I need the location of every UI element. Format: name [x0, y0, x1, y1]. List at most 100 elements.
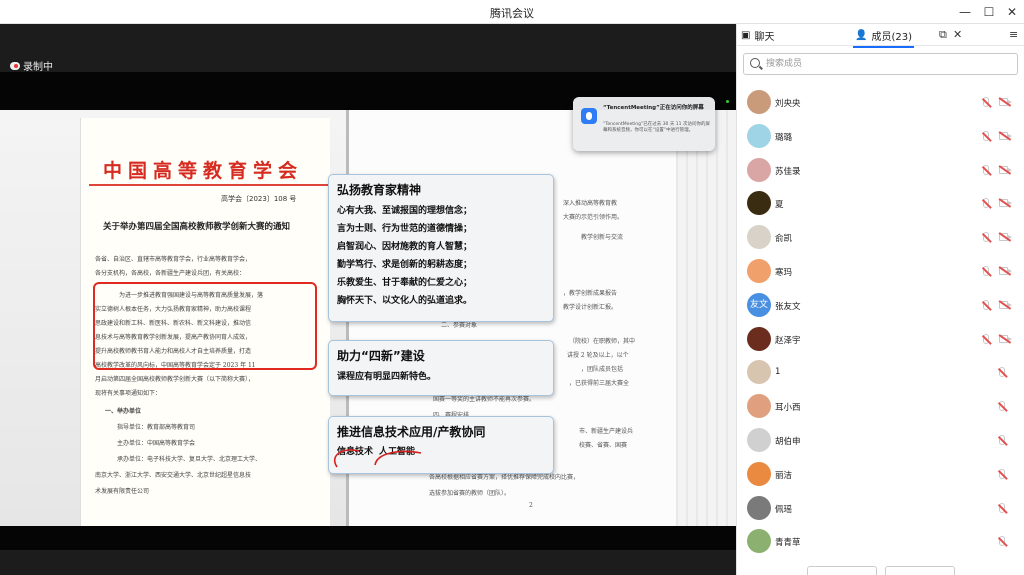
- member-row[interactable]: 苏佳录: [737, 154, 1024, 187]
- member-name: 1: [775, 367, 781, 378]
- callout-line: 胸怀天下、以文化人的弘道追求。: [337, 296, 473, 306]
- avatar: [747, 191, 771, 216]
- member-row[interactable]: 耳小西: [737, 390, 1024, 423]
- avatar: [747, 428, 771, 452]
- member-name: 青青草: [775, 538, 801, 549]
- member-name: 苏佳录: [775, 166, 801, 177]
- member-row[interactable]: 青青草: [737, 525, 1024, 558]
- close-button[interactable]: ✕: [1003, 3, 1021, 21]
- mic-muted-icon: [999, 367, 1005, 378]
- callout-heading: 推进信息技术应用/产教协同: [337, 425, 486, 439]
- avatar: [747, 123, 771, 148]
- callout-heading: 弘扬教育家精神: [337, 183, 422, 197]
- doc-title: 关于举办第四届全国高校教师教学创新大赛的通知: [103, 222, 291, 232]
- doc-text-line: 南京大学、浙江大学、西安交通大学、北京世纪超星信息技: [95, 472, 252, 479]
- recording-indicator[interactable]: 录制中: [10, 58, 53, 73]
- panel-tabs: ▣ 聊天 👤 成员(23) ⧉ ✕ ≡: [737, 24, 1024, 48]
- doc-text-line: 教学创新与交流: [581, 234, 624, 241]
- callout-info-tech: 推进信息技术应用/产教协同 信息技术 人工智能: [328, 416, 554, 474]
- callout-four-new: 助力“四新”建设 课程应有明显四新特色。: [328, 340, 554, 396]
- member-panel: ▣ 聊天 👤 成员(23) ⧉ ✕ ≡ 刘央央璐璐苏佳录夏俞凯寒玛友文张友文赵泽…: [736, 24, 1024, 575]
- camera-off-icon: [999, 199, 1012, 208]
- doc-text-line: 现将有关事项通知如下：: [95, 390, 162, 397]
- member-row[interactable]: 佩瑶: [737, 492, 1024, 525]
- shared-screen-stage: 录制中 中国高等教育学会 高学会〔2023〕108 号 关于举办第四届全国高校教…: [0, 24, 736, 575]
- recording-label: 录制中: [23, 62, 53, 73]
- avatar: [747, 157, 771, 182]
- camera-off-icon: [999, 98, 1012, 106]
- screen-access-notification[interactable]: “TencentMeeting”正在访问你的屏幕 “TencentMeeting…: [573, 97, 715, 151]
- callout-line: 言为士则、行为世范的道德情操；: [337, 224, 473, 234]
- doc-text-line: 承办单位：电子科技大学、复旦大学、北京理工大学、: [117, 456, 262, 463]
- member-row[interactable]: 夏: [737, 187, 1024, 220]
- panel-bottom-actions: [737, 564, 1024, 575]
- camera-off-icon: [999, 334, 1012, 343]
- document-page-left: 中国高等教育学会 高学会〔2023〕108 号 关于举办第四届全国高校教师教学创…: [80, 118, 330, 526]
- doc-text-line: 指导单位：教育部高等教育司: [117, 424, 196, 431]
- minimize-button[interactable]: —: [956, 3, 974, 21]
- member-row[interactable]: 1: [737, 356, 1024, 389]
- doc-text-line: ，教学创新成果报告: [563, 290, 618, 297]
- menu-icon[interactable]: ≡: [1009, 28, 1018, 41]
- tab-chat-label: 聊天: [754, 32, 775, 43]
- callout-educator-spirit: 弘扬教育家精神 心有大我、至诚报国的理想信念； 言为士则、行为世范的道德情操； …: [328, 174, 554, 322]
- doc-text-line: 月启动第四届全国高校教师教学创新大赛（以下简称大赛），: [95, 376, 255, 383]
- member-row[interactable]: 胡伯申: [737, 424, 1024, 457]
- doc-text-line: 2: [529, 502, 533, 509]
- member-search[interactable]: [743, 53, 1018, 75]
- mute-all-button[interactable]: [807, 566, 877, 575]
- title-bar: 腾讯会议 — ☐ ✕: [0, 0, 1024, 24]
- search-input[interactable]: [766, 56, 1006, 72]
- callout-line: 心有大我、至诚报国的理想信念；: [337, 206, 473, 216]
- mic-muted-icon: [999, 435, 1005, 445]
- member-name: 俞凯: [775, 234, 793, 245]
- member-name: 赵泽宇: [775, 335, 801, 346]
- member-name: 佩瑶: [775, 504, 793, 515]
- member-row[interactable]: 寒玛: [737, 255, 1024, 288]
- doc-text-line: 一、举办单位: [105, 408, 142, 415]
- mic-muted-icon: [983, 198, 989, 209]
- avatar: [747, 259, 771, 283]
- doc-text-line: 各分支机构，各高校，各新疆生产建设兵团，有关高校：: [95, 270, 246, 277]
- unmute-all-button[interactable]: [885, 566, 955, 575]
- member-row[interactable]: 赵泽宇: [737, 323, 1024, 356]
- mic-muted-icon: [999, 536, 1005, 547]
- camera-off-icon: [999, 233, 1012, 242]
- avatar: [747, 225, 771, 250]
- callout-line: 课程应有明显四新特色。: [337, 372, 437, 382]
- member-row[interactable]: 璐璐: [737, 120, 1024, 153]
- close-panel-icon[interactable]: ✕: [953, 28, 962, 41]
- doc-text-line: ，已获得前三届大赛全: [569, 380, 630, 387]
- member-name: 丽洁: [775, 470, 793, 481]
- member-row[interactable]: 俞凯: [737, 221, 1024, 254]
- camera-off-icon: [999, 131, 1012, 140]
- avatar: [747, 529, 771, 554]
- doc-text-line: 大赛的示范引领作用。: [563, 214, 624, 221]
- member-row[interactable]: 丽洁: [737, 458, 1024, 491]
- member-row[interactable]: 友文 张友文: [737, 289, 1024, 322]
- member-name: 耳小西: [775, 403, 801, 414]
- avatar: [747, 90, 771, 114]
- tab-chat[interactable]: ▣ 聊天: [741, 28, 774, 43]
- mic-muted-icon: [983, 232, 989, 243]
- camera-off-icon: [999, 267, 1012, 275]
- mic-muted-icon: [999, 401, 1005, 412]
- mic-muted-icon: [983, 164, 989, 175]
- avatar: [747, 461, 771, 486]
- avatar: 友文: [747, 292, 771, 317]
- doc-text-line: 术发展有限责任公司: [95, 488, 150, 495]
- avatar: [747, 495, 771, 520]
- avatar: [747, 394, 771, 419]
- doc-text-line: 教学设计创新汇报。: [563, 304, 618, 311]
- tencent-meeting-window: 腾讯会议 — ☐ ✕ 录制中 中国高等教育学会 高学会〔2023〕108 号 关…: [0, 0, 1024, 575]
- members-icon: 👤: [855, 30, 868, 41]
- annotation-red-strokes: [334, 449, 422, 468]
- popout-icon[interactable]: ⧉: [939, 28, 947, 42]
- maximize-button[interactable]: ☐: [980, 3, 998, 21]
- doc-number: 高学会〔2023〕108 号: [221, 195, 297, 203]
- member-row[interactable]: 刘央央: [737, 86, 1024, 119]
- doc-text-line: 校赛、省赛、国赛: [579, 442, 628, 449]
- tencent-meeting-app-icon: [581, 108, 597, 124]
- mic-muted-icon: [983, 266, 989, 276]
- tab-members[interactable]: 👤 成员(23): [853, 28, 914, 48]
